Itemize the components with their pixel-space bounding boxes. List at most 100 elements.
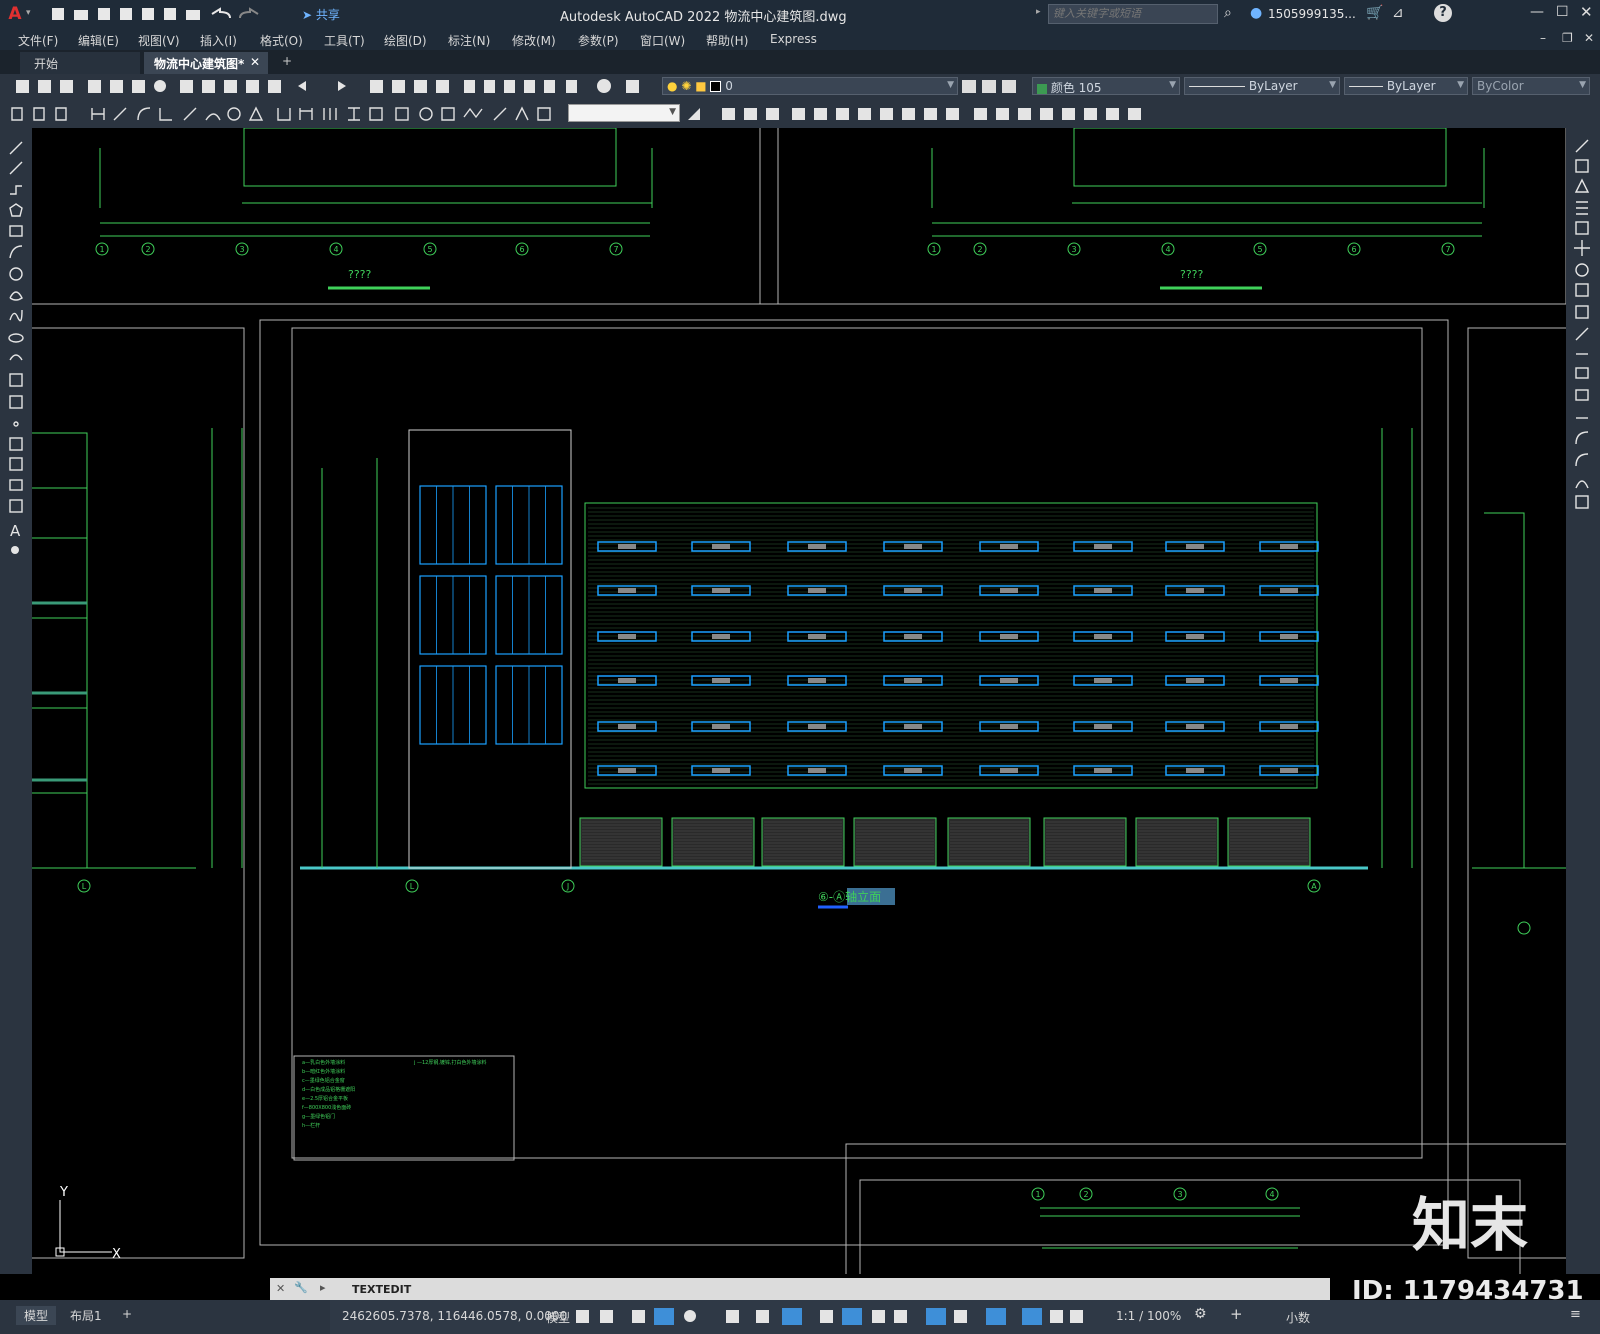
linear-dimension-icon[interactable] xyxy=(91,108,105,120)
menu-format[interactable]: 格式(O) xyxy=(260,32,303,49)
plot-icon[interactable] xyxy=(186,10,200,20)
menu-view[interactable]: 视图(V) xyxy=(138,32,180,49)
make-block-icon[interactable] xyxy=(9,395,23,409)
draworder-front-icon[interactable] xyxy=(722,108,735,120)
help-icon[interactable]: ? xyxy=(1434,4,1452,22)
customization-icon[interactable]: ≡ xyxy=(1570,1307,1581,1322)
move-side-icon[interactable] xyxy=(1574,240,1590,256)
search-expand-icon[interactable]: ▸ xyxy=(1036,7,1041,17)
share-button[interactable]: ➤ 共享 xyxy=(302,6,340,23)
maximize-button[interactable]: ☐ xyxy=(1556,4,1569,20)
chamfer-icon[interactable] xyxy=(1084,108,1097,120)
match-properties-icon[interactable] xyxy=(246,80,259,93)
baseline-icon[interactable] xyxy=(299,108,313,120)
copy-object-icon[interactable] xyxy=(814,108,827,120)
aligned-dimension-icon[interactable] xyxy=(113,107,127,121)
insert-block-icon[interactable] xyxy=(9,373,23,387)
menu-draw[interactable]: 绘图(D) xyxy=(384,32,427,49)
open-sheet-icon[interactable] xyxy=(142,8,154,20)
block-editor-icon[interactable] xyxy=(268,80,281,93)
fillet-icon[interactable] xyxy=(1106,108,1119,120)
dim-break-icon[interactable] xyxy=(369,107,383,121)
open-file-icon[interactable] xyxy=(74,10,88,20)
save-icon[interactable] xyxy=(98,8,110,20)
isometric-icon[interactable] xyxy=(726,1310,739,1323)
zoom-previous-icon[interactable] xyxy=(436,80,449,93)
3d-osnap-icon[interactable] xyxy=(894,1310,907,1323)
make-current-icon[interactable] xyxy=(962,80,976,93)
grid-display-icon[interactable] xyxy=(576,1310,589,1323)
polar-tracking-icon[interactable] xyxy=(684,1310,696,1322)
doc-restore-button[interactable]: ❐ xyxy=(1562,31,1573,45)
radius-icon[interactable] xyxy=(183,107,197,121)
menu-file[interactable]: 文件(F) xyxy=(18,32,58,49)
add-selected-icon[interactable] xyxy=(11,546,19,554)
search-input[interactable] xyxy=(1048,4,1218,24)
annotation-monitor-icon[interactable]: + xyxy=(1230,1305,1243,1323)
snap-mode-icon[interactable] xyxy=(600,1310,613,1323)
angular-icon[interactable] xyxy=(248,106,264,121)
region-icon[interactable] xyxy=(9,479,23,491)
plot-icon[interactable] xyxy=(88,80,101,93)
autocad-logo-icon[interactable]: A xyxy=(6,4,24,24)
object-snap-tracking-icon[interactable] xyxy=(756,1310,769,1323)
explode-side-icon[interactable] xyxy=(1575,495,1589,509)
linetype-combo[interactable]: ByLayer ▼ xyxy=(1184,77,1340,95)
autodesk-a360-icon[interactable]: ⊿ xyxy=(1392,5,1404,21)
redo-icon[interactable] xyxy=(239,7,259,19)
ordinate-icon[interactable] xyxy=(159,108,172,121)
continue-icon[interactable] xyxy=(323,108,337,120)
annotation-scale-icon[interactable] xyxy=(1070,1310,1083,1323)
copy-icon[interactable] xyxy=(202,80,215,93)
tab-close-icon[interactable]: ✕ xyxy=(250,55,260,69)
doc-minimize-button[interactable]: – xyxy=(1540,31,1546,45)
3d-dwf-icon[interactable] xyxy=(154,80,166,92)
ortho-mode-icon[interactable] xyxy=(654,1308,674,1325)
dim-edit-icon[interactable] xyxy=(493,107,507,121)
draworder-back-icon[interactable] xyxy=(744,108,757,120)
hatch-icon[interactable] xyxy=(9,437,23,451)
layer-properties-icon[interactable] xyxy=(626,80,639,93)
menu-parametric[interactable]: 参数(P) xyxy=(578,32,619,49)
ellipse-icon[interactable] xyxy=(8,333,24,343)
dim-style-icon[interactable] xyxy=(11,107,23,121)
dim-override-icon[interactable] xyxy=(55,107,67,121)
quickcalc-icon[interactable] xyxy=(566,80,577,93)
menu-edit[interactable]: 编辑(E) xyxy=(78,32,119,49)
app-menu-chevron-icon[interactable]: ▾ xyxy=(26,8,31,18)
plot-preview-icon[interactable] xyxy=(110,80,123,93)
zoom-realtime-icon[interactable] xyxy=(392,80,405,93)
chamfer-side-icon[interactable] xyxy=(1575,431,1589,445)
dynamic-ucs-icon[interactable] xyxy=(926,1308,946,1325)
layer-previous-icon[interactable] xyxy=(982,80,996,93)
menu-tools[interactable]: 工具(T) xyxy=(324,32,365,49)
command-close-icon[interactable]: ✕ xyxy=(276,1282,285,1295)
jogged-icon[interactable] xyxy=(205,113,221,121)
redo-icon[interactable] xyxy=(338,81,346,91)
color-combo[interactable]: 颜色 105 ▼ xyxy=(1032,77,1180,95)
close-button[interactable]: ✕ xyxy=(1580,3,1593,21)
blend-curves-icon[interactable] xyxy=(1575,480,1589,489)
tool-palettes-icon[interactable] xyxy=(504,80,515,93)
dim-reassoc-icon[interactable] xyxy=(537,107,551,121)
line-icon[interactable] xyxy=(9,141,23,155)
rectangle-icon[interactable] xyxy=(9,225,23,237)
publish-icon[interactable] xyxy=(164,8,176,20)
new-icon[interactable] xyxy=(16,80,29,93)
command-line[interactable]: ✕ 🔧 ▸ TEXTEDIT xyxy=(270,1278,1330,1300)
dim-style-combo[interactable]: ▼ xyxy=(568,104,680,122)
layer-state-icon[interactable] xyxy=(1002,80,1016,93)
inspection-icon[interactable] xyxy=(441,107,455,121)
menu-modify[interactable]: 修改(M) xyxy=(512,32,556,49)
lineweight-combo[interactable]: ByLayer ▼ xyxy=(1344,77,1468,95)
ellipse-arc-icon[interactable] xyxy=(9,354,23,361)
plotstyle-combo[interactable]: ByColor ▼ xyxy=(1472,77,1590,95)
tab-start[interactable]: 开始 xyxy=(20,52,140,74)
diameter-icon[interactable] xyxy=(227,107,241,121)
selection-cycling-icon[interactable] xyxy=(872,1310,885,1323)
workspace-gear-icon[interactable]: ⚙ xyxy=(1194,1306,1207,1322)
draworder-above-icon[interactable] xyxy=(766,108,779,120)
drawing-canvas[interactable]: 1 2 3 4 5 6 7 ???? 1 2 3 4 5 6 7 ???? L … xyxy=(32,128,1566,1274)
arc-icon[interactable] xyxy=(9,245,23,259)
command-customize-icon[interactable]: 🔧 xyxy=(294,1281,308,1294)
